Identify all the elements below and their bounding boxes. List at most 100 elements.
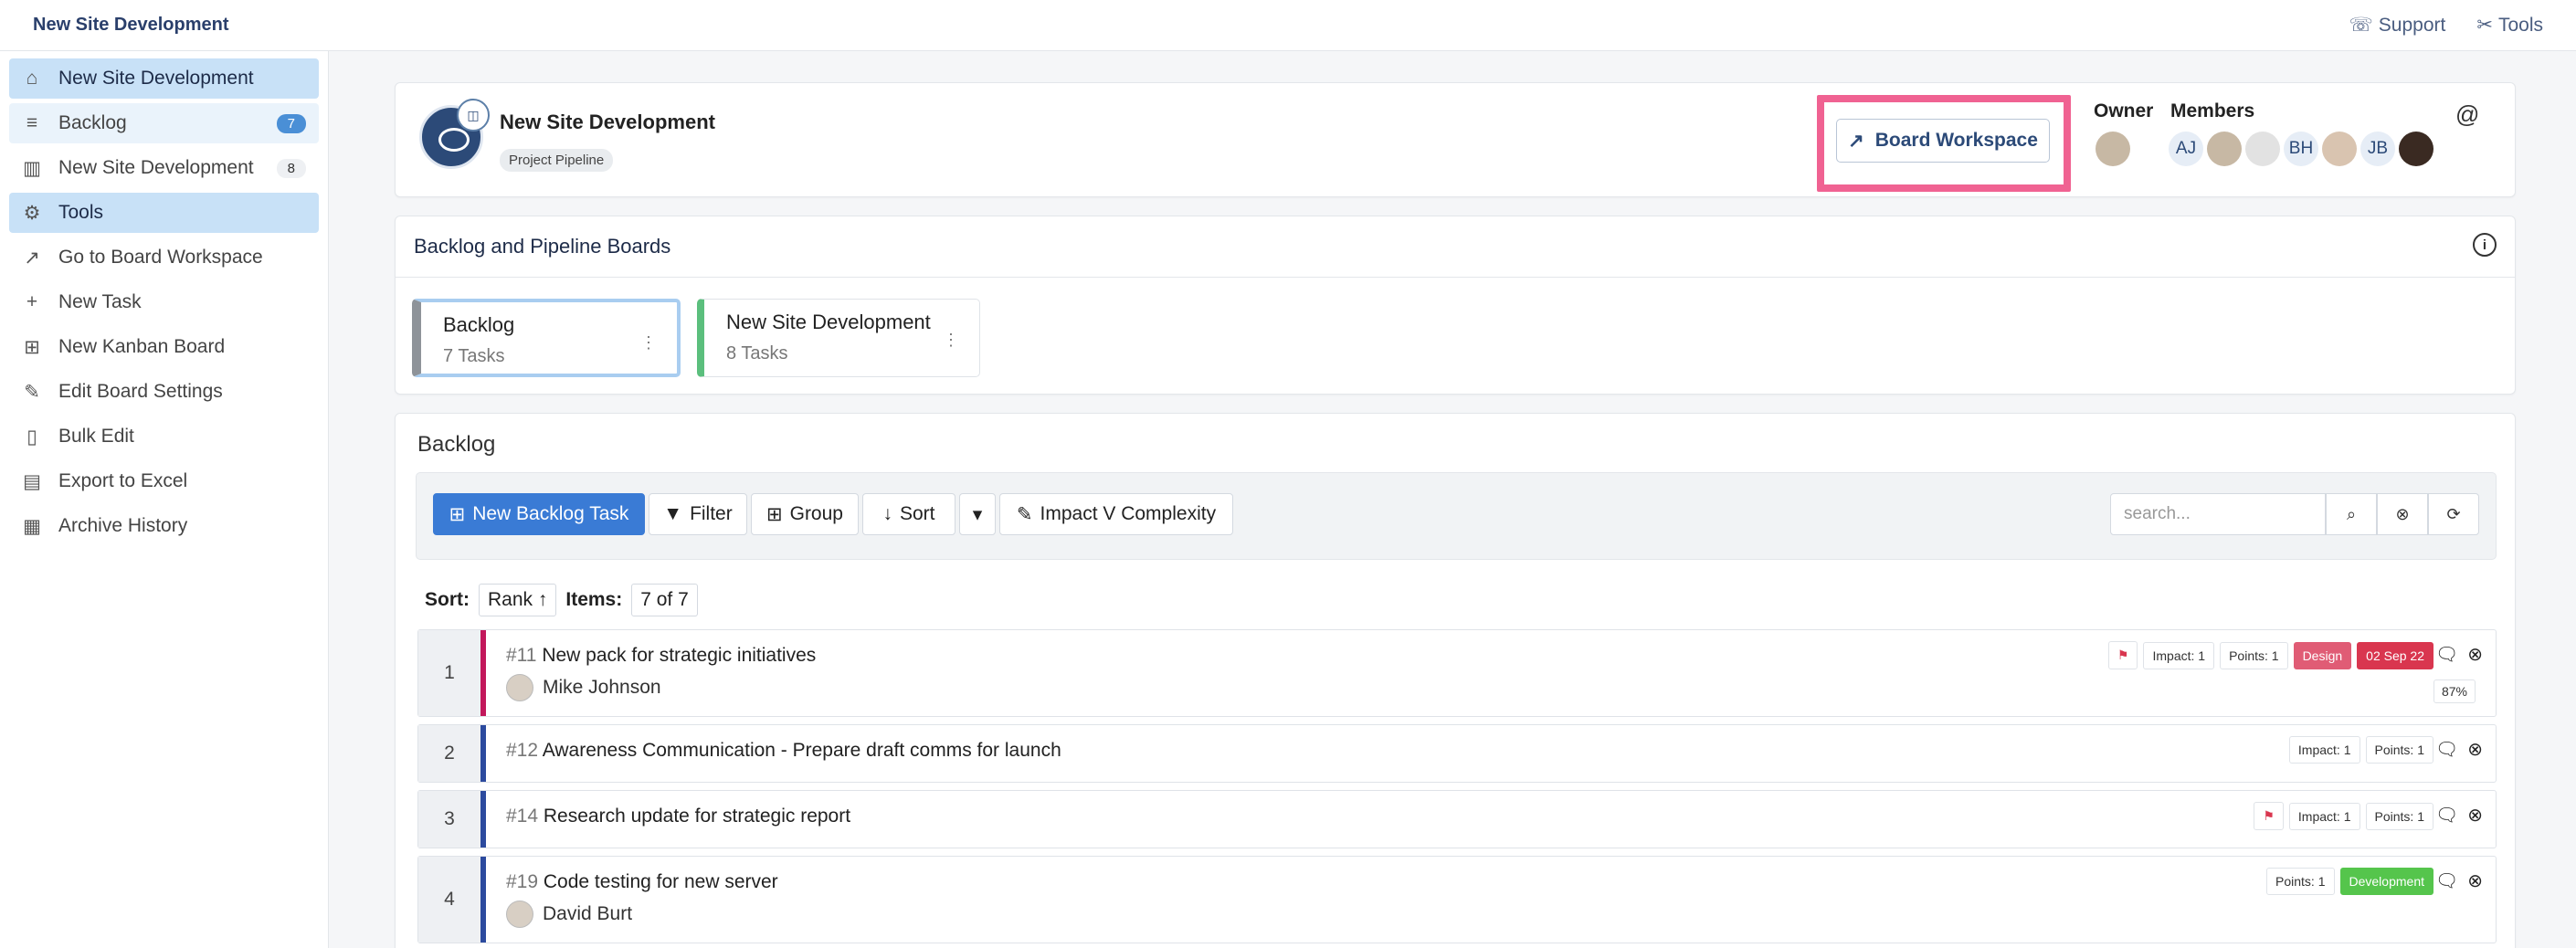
- impact-chip: Impact: 1: [2288, 802, 2360, 830]
- gear-icon: ⚙: [23, 202, 41, 224]
- folder-plus-icon: ⊞: [24, 336, 40, 358]
- kebab-menu-icon[interactable]: ⋮: [943, 331, 959, 350]
- sidebar-item-home[interactable]: ⌂ New Site Development: [9, 58, 319, 99]
- clear-search-icon[interactable]: ⊗: [2377, 493, 2428, 535]
- project-logo[interactable]: ◫: [419, 99, 490, 169]
- backlog-toolbar: ⊞ New Backlog Task ▼ Filter ⊞ Group ↓ Sort ▾…: [416, 472, 2497, 560]
- sidebar-item-new-task[interactable]: + New Task: [9, 282, 319, 322]
- boards-panel: Backlog and Pipeline Boards i Backlog 7 …: [395, 216, 2516, 395]
- member-avatar[interactable]: [2399, 132, 2433, 166]
- kebab-menu-icon[interactable]: ⋮: [640, 333, 657, 353]
- app-title: New Site Development: [33, 15, 229, 35]
- logo-rings-icon: [438, 128, 470, 152]
- priority-stripe: [480, 630, 486, 716]
- avatar: [506, 901, 533, 928]
- task-title[interactable]: #14 Research update for strategic report: [506, 806, 850, 827]
- sidebar-item-new-kanban[interactable]: ⊞ New Kanban Board: [9, 327, 319, 367]
- sort-asc-icon: ↑: [537, 589, 548, 610]
- member-avatar[interactable]: JB: [2360, 132, 2395, 166]
- tools-link[interactable]: ✂ Tools: [2476, 14, 2543, 37]
- sidebar-item-export[interactable]: ▤ Export to Excel: [9, 461, 319, 501]
- tag-chip: Development: [2339, 868, 2433, 895]
- comments-icon[interactable]: 🗨: [2435, 738, 2458, 761]
- sort-dropdown-button[interactable]: ▾: [959, 493, 996, 535]
- sidebar-item-edit-settings[interactable]: ✎ Edit Board Settings: [9, 372, 319, 412]
- mention-icon[interactable]: @: [2455, 100, 2479, 129]
- assignee: Mike Johnson: [506, 674, 661, 701]
- points-chip: Points: 1: [2266, 868, 2335, 895]
- support-link[interactable]: ☏ Support: [2349, 14, 2446, 37]
- search-icon[interactable]: ⌕: [2326, 493, 2377, 535]
- flag-icon[interactable]: ⚑: [2254, 802, 2284, 830]
- tag-chip: Design: [2293, 641, 2352, 669]
- impact-complexity-button[interactable]: ✎ Impact V Complexity: [999, 493, 1233, 535]
- owner-avatar[interactable]: [2096, 132, 2130, 166]
- file-edit-icon: ▯: [26, 426, 37, 448]
- refresh-icon[interactable]: ⟳: [2428, 493, 2479, 535]
- board-workspace-button[interactable]: ↗ Board Workspace: [1836, 119, 2050, 163]
- close-circle-icon[interactable]: ⊗: [2467, 738, 2483, 761]
- member-avatar[interactable]: AJ: [2169, 132, 2203, 166]
- boards-title: Backlog and Pipeline Boards: [414, 235, 671, 258]
- board-tile-backlog[interactable]: Backlog 7 Tasks ⋮: [412, 299, 681, 377]
- edit-icon: ✎: [24, 381, 40, 403]
- comments-icon[interactable]: 🗨: [2435, 643, 2458, 666]
- table-row[interactable]: 2 #12 Awareness Communication - Prepare …: [417, 724, 2497, 783]
- group-icon: ⊞: [766, 503, 783, 525]
- member-avatar[interactable]: [2207, 132, 2242, 166]
- assignee: David Burt: [506, 901, 632, 928]
- flag-icon[interactable]: ⚑: [2107, 641, 2138, 669]
- task-title[interactable]: #12 Awareness Communication - Prepare dr…: [506, 740, 1061, 762]
- close-circle-icon[interactable]: ⊗: [2467, 804, 2483, 827]
- member-avatar[interactable]: BH: [2284, 132, 2318, 166]
- close-circle-icon[interactable]: ⊗: [2467, 869, 2483, 892]
- sort-value-pill[interactable]: Rank ↑: [479, 584, 557, 616]
- backlog-title: Backlog: [417, 432, 496, 457]
- comments-icon[interactable]: 🗨: [2435, 869, 2458, 892]
- support-icon: ☏: [2349, 15, 2373, 36]
- impact-chip: Impact: 1: [2288, 736, 2360, 764]
- top-bar: New Site Development ☏ Support ✂ Tools: [0, 0, 2576, 51]
- priority-stripe: [480, 791, 486, 848]
- task-title[interactable]: #11 New pack for strategic initiatives: [506, 645, 816, 667]
- sidebar-item-bulk-edit[interactable]: ▯ Bulk Edit: [9, 416, 319, 457]
- plus-square-icon: ⊞: [449, 503, 466, 525]
- items-count-pill: 7 of 7: [631, 584, 698, 616]
- close-circle-icon[interactable]: ⊗: [2467, 643, 2483, 666]
- sidebar-item-backlog[interactable]: ≡ Backlog 7: [9, 103, 319, 143]
- wand-icon: ✎: [1016, 503, 1033, 525]
- task-title[interactable]: #19 Code testing for new server: [506, 871, 778, 893]
- sidebar-item-archive[interactable]: ▦ Archive History: [9, 506, 319, 546]
- table-row[interactable]: 4 #19 Code testing for new server David …: [417, 856, 2497, 943]
- filter-icon: ▼: [663, 503, 683, 524]
- points-chip: Points: 1: [2365, 736, 2433, 764]
- member-avatar[interactable]: [2322, 132, 2357, 166]
- sidebar-item-board[interactable]: ▥ New Site Development 8: [9, 148, 319, 188]
- points-chip: Points: 1: [2365, 802, 2433, 830]
- impact-chip: Impact: 1: [2143, 641, 2215, 669]
- external-link-icon: ↗: [1848, 130, 1864, 152]
- sort-bar: Sort: Rank ↑ Items: 7 of 7: [425, 584, 698, 616]
- board-tile-new-site[interactable]: New Site Development 8 Tasks ⋮: [697, 299, 980, 377]
- due-date-chip: 02 Sep 22: [2357, 641, 2433, 669]
- kanban-icon: ▥: [23, 157, 41, 179]
- priority-stripe: [480, 857, 486, 943]
- project-tag: Project Pipeline: [500, 149, 614, 172]
- search-input[interactable]: search...: [2110, 493, 2326, 535]
- caret-down-icon: ▾: [972, 503, 983, 525]
- table-row[interactable]: 3 #14 Research update for strategic repo…: [417, 790, 2497, 848]
- sidebar-item-tools[interactable]: ⚙ Tools: [9, 193, 319, 233]
- progress-percent: 87%: [2433, 679, 2476, 703]
- new-backlog-task-button[interactable]: ⊞ New Backlog Task: [433, 493, 645, 535]
- group-button[interactable]: ⊞ Group: [751, 493, 859, 535]
- excel-icon: ▤: [23, 470, 41, 492]
- camera-icon[interactable]: ◫: [457, 99, 490, 132]
- sort-button[interactable]: ↓ Sort: [862, 493, 955, 535]
- comments-icon[interactable]: 🗨: [2435, 804, 2458, 827]
- info-icon[interactable]: i: [2473, 233, 2497, 257]
- plus-icon: +: [26, 291, 38, 312]
- table-row[interactable]: 1 #11 New pack for strategic initiatives…: [417, 629, 2497, 717]
- member-avatar[interactable]: [2245, 132, 2280, 166]
- filter-button[interactable]: ▼ Filter: [649, 493, 747, 535]
- sidebar-item-go-to-workspace[interactable]: ↗ Go to Board Workspace: [9, 237, 319, 278]
